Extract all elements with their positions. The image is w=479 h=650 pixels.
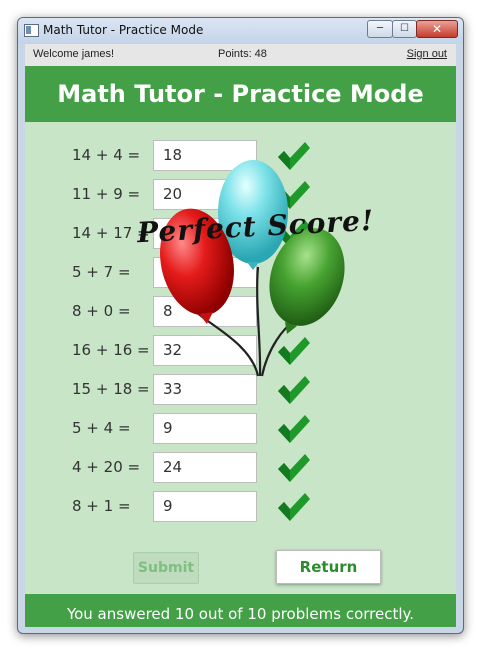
problem-question: 5 + 4 = xyxy=(72,419,131,437)
app-window: Math Tutor - Practice Mode ─ ☐ ✕ Welcome… xyxy=(17,17,464,634)
page-title: Math Tutor - Practice Mode xyxy=(25,66,456,122)
submit-button[interactable]: Submit xyxy=(133,552,199,584)
maximize-button[interactable]: ☐ xyxy=(392,20,417,38)
problem-question: 15 + 18 = xyxy=(72,380,150,398)
problem-question: 5 + 7 = xyxy=(72,263,131,281)
problem-question: 4 + 20 = xyxy=(72,458,141,476)
result-summary: You answered 10 out of 10 problems corre… xyxy=(25,594,456,627)
title-bar[interactable]: Math Tutor - Practice Mode ─ ☐ ✕ xyxy=(18,18,463,44)
checkmark-icon xyxy=(276,491,312,523)
sign-out-link[interactable]: Sign out xyxy=(407,48,447,60)
return-button[interactable]: Return xyxy=(276,550,381,584)
minimize-button[interactable]: ─ xyxy=(367,20,393,38)
window-title: Math Tutor - Practice Mode xyxy=(43,23,204,37)
points-label: Points: 48 xyxy=(218,48,267,60)
answer-input[interactable]: 9 xyxy=(153,491,257,522)
close-button[interactable]: ✕ xyxy=(416,20,458,38)
app-icon xyxy=(24,24,39,37)
answer-input[interactable]: 24 xyxy=(153,452,257,483)
checkmark-icon xyxy=(276,452,312,484)
welcome-text: Welcome james! xyxy=(33,48,115,60)
answer-input[interactable]: 9 xyxy=(153,413,257,444)
problem-question: 8 + 1 = xyxy=(72,497,131,515)
problem-question: 11 + 9 = xyxy=(72,185,141,203)
balloons-icon xyxy=(143,152,359,384)
problem-question: 14 + 4 = xyxy=(72,146,141,164)
user-bar: Welcome james! Points: 48 Sign out xyxy=(25,44,456,67)
problem-question: 16 + 16 = xyxy=(72,341,150,359)
client-area: Welcome james! Points: 48 Sign out Math … xyxy=(25,44,456,627)
problem-question: 8 + 0 = xyxy=(72,302,131,320)
checkmark-icon xyxy=(276,413,312,445)
